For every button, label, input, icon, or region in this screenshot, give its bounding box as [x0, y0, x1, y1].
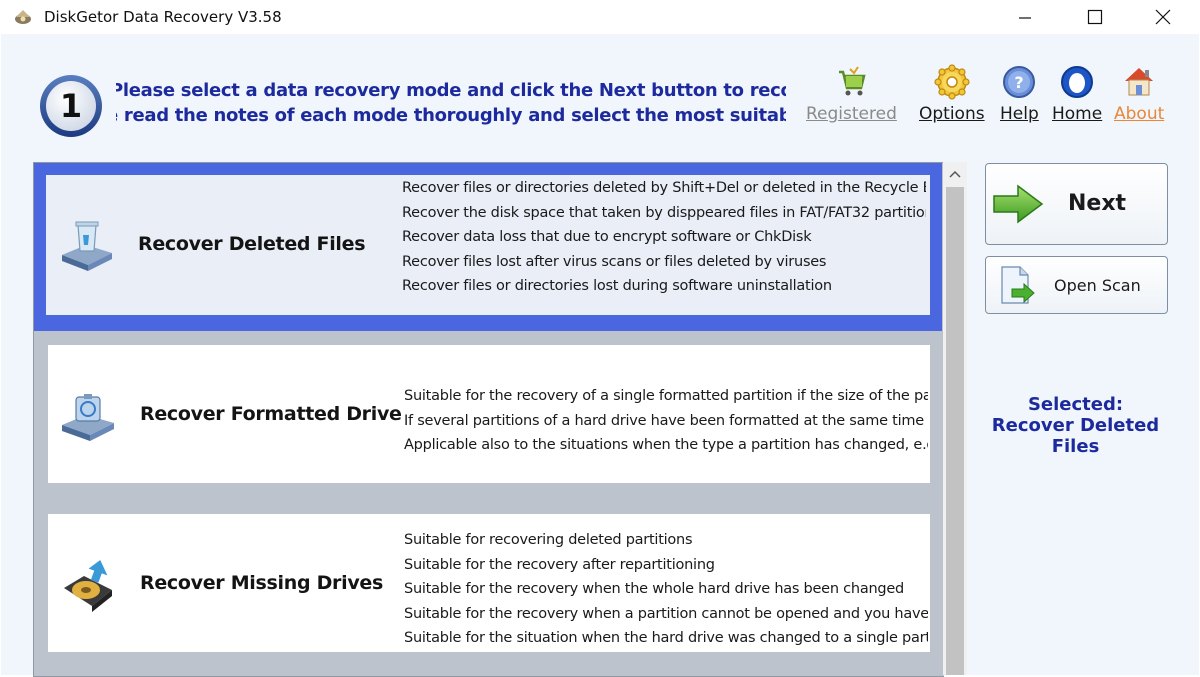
- about-link[interactable]: About: [1114, 64, 1164, 124]
- help-icon: ?: [1003, 66, 1036, 98]
- mode-title: Recover Formatted Drive: [140, 403, 402, 425]
- client-area: 1 Please select a data recovery mode and…: [1, 34, 1199, 677]
- note-line: Applicable also to the situations when t…: [404, 437, 928, 453]
- recovery-mode-list: Recover Deleted Files Recover files or d…: [33, 162, 944, 677]
- next-label: Next: [1068, 191, 1127, 216]
- mode-recover-formatted-drive[interactable]: Recover Formatted Drive Suitable for the…: [48, 345, 930, 483]
- note-line: Suitable for recovering deleted partitio…: [404, 532, 693, 548]
- list-scrollbar[interactable]: [943, 162, 967, 675]
- mode-title: Recover Missing Drives: [140, 572, 384, 594]
- mode-notes: Suitable for recovering deleted partitio…: [404, 528, 928, 651]
- registered-label: Registered: [806, 104, 897, 124]
- missing-drive-icon: [64, 560, 112, 612]
- selected-mode-info: Selected: Recover Deleted Files: [985, 394, 1166, 457]
- close-button[interactable]: [1128, 0, 1198, 34]
- help-link[interactable]: ? Help: [1000, 64, 1039, 124]
- instruction-line-1: Please select a data recovery mode and c…: [116, 80, 786, 101]
- registered-link[interactable]: Registered: [806, 64, 897, 124]
- mode-recover-deleted-files[interactable]: Recover Deleted Files Recover files or d…: [34, 163, 942, 331]
- house-icon: [1125, 68, 1154, 96]
- instruction-line-2: e read the notes of each mode thoroughly…: [116, 105, 786, 126]
- note-line: Recover files or directories lost during…: [402, 278, 832, 294]
- help-label: Help: [1000, 104, 1039, 124]
- note-line: Suitable for the recovery of a single fo…: [404, 388, 928, 404]
- chevron-up-icon: [949, 170, 961, 178]
- mode-title: Recover Deleted Files: [138, 233, 366, 255]
- note-line: If several partitions of a hard drive ha…: [404, 412, 924, 429]
- arrow-right-icon: [993, 184, 1044, 224]
- open-scan-button[interactable]: Open Scan: [985, 256, 1168, 314]
- svg-text:?: ?: [1015, 73, 1024, 92]
- mode-notes: Suitable for the recovery of a single fo…: [404, 384, 928, 458]
- scroll-up-button[interactable]: [943, 162, 967, 186]
- about-label: About: [1114, 104, 1165, 124]
- formatted-drive-icon: [62, 394, 114, 441]
- open-scan-label: Open Scan: [1054, 276, 1141, 295]
- mode-recover-missing-drives[interactable]: Recover Missing Drives Suitable for reco…: [48, 514, 930, 652]
- step-number: 1: [60, 87, 82, 125]
- note-line: Suitable for the recovery when a partiti…: [404, 605, 928, 622]
- next-button[interactable]: Next: [985, 163, 1168, 245]
- note-line: Recover files lost after virus scans or …: [402, 253, 827, 270]
- gear-icon: [934, 64, 970, 100]
- app-icon: [15, 10, 31, 24]
- window-title: DiskGetor Data Recovery V3.58: [44, 8, 282, 26]
- note-line: Recover data loss that due to encrypt so…: [402, 229, 812, 245]
- title-bar: DiskGetor Data Recovery V3.58: [0, 0, 1200, 34]
- minimize-icon: [1019, 17, 1031, 19]
- close-icon: [1155, 9, 1171, 25]
- note-line: Recover files or directories deleted by …: [402, 180, 926, 196]
- home-link[interactable]: Home: [1052, 64, 1102, 124]
- selected-mode-line: Recover Deleted: [991, 415, 1160, 436]
- mode-item-body: Recover Deleted Files Recover files or d…: [46, 175, 930, 315]
- cart-icon: [839, 66, 867, 96]
- note-line: Recover the disk space that taken by dis…: [402, 204, 926, 221]
- open-file-icon: [1001, 266, 1035, 304]
- scroll-thumb[interactable]: [946, 187, 964, 675]
- home-label: Home: [1052, 104, 1103, 124]
- step-number-badge: 1: [40, 75, 102, 137]
- maximize-button[interactable]: [1060, 0, 1130, 34]
- options-link[interactable]: Options: [919, 64, 985, 124]
- options-label: Options: [919, 104, 985, 124]
- recycle-bin-drive-icon: [62, 221, 112, 271]
- note-line: Suitable for the situation when the hard…: [404, 630, 928, 646]
- mode-notes: Recover files or directories deleted by …: [402, 176, 926, 299]
- maximize-icon: [1087, 9, 1103, 25]
- selected-caption: Selected:: [1027, 394, 1124, 415]
- minimize-button[interactable]: [990, 0, 1060, 34]
- note-line: Suitable for the recovery after repartit…: [404, 556, 715, 573]
- selected-mode-line: Files: [1051, 436, 1100, 457]
- home-globe-icon: [1061, 66, 1094, 98]
- instruction-text: Please select a data recovery mode and c…: [116, 78, 786, 128]
- note-line: Suitable for the recovery when the whole…: [404, 581, 904, 597]
